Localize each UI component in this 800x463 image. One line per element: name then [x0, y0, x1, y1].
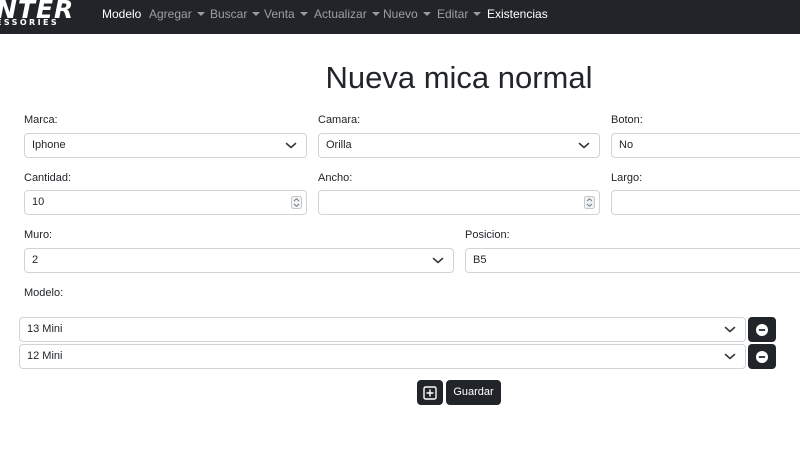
- nav-item-agregar[interactable]: Agregar: [149, 7, 205, 21]
- nav-item-editar[interactable]: Editar: [437, 7, 482, 21]
- nav-item-label: Actualizar: [314, 7, 367, 21]
- cantidad-label: Cantidad:: [24, 172, 72, 184]
- page-title: Nueva mica normal: [325, 60, 593, 95]
- remove-modelo-button[interactable]: [748, 317, 776, 342]
- ancho-input[interactable]: [318, 190, 600, 215]
- add-modelo-button[interactable]: [417, 380, 443, 405]
- nav-item-label: Buscar: [210, 7, 248, 21]
- number-spinner-icon[interactable]: [584, 196, 595, 209]
- muro-label: Muro:: [24, 229, 53, 241]
- modelo-select[interactable]: 12 Mini: [19, 344, 746, 369]
- camara-select[interactable]: Orilla: [318, 133, 600, 158]
- boton-select[interactable]: No: [611, 133, 800, 158]
- nav-item-label: Venta: [264, 7, 295, 21]
- marca-select-value: Iphone: [32, 139, 66, 151]
- posicion-input[interactable]: B5: [465, 248, 800, 273]
- number-spinner-icon[interactable]: [291, 196, 302, 209]
- ancho-label: Ancho:: [318, 172, 353, 184]
- modelo-label: Modelo:: [24, 287, 64, 299]
- posicion-input-value: B5: [473, 254, 487, 266]
- caret-down-icon: [252, 12, 261, 16]
- nav-item-label: Agregar: [149, 7, 192, 21]
- marca-select[interactable]: Iphone: [24, 133, 307, 158]
- nav-item-label: Nuevo: [383, 7, 418, 21]
- chevron-down-icon: [578, 142, 590, 149]
- largo-input[interactable]: [611, 190, 800, 215]
- nav-item-label: Modelo: [102, 7, 142, 21]
- chevron-down-icon: [724, 326, 736, 333]
- modelo-select-value: 13 Mini: [27, 323, 63, 335]
- minus-circle-icon: [756, 324, 768, 336]
- muro-select[interactable]: 2: [24, 248, 454, 273]
- cantidad-input[interactable]: 10: [24, 190, 307, 215]
- caret-down-icon: [422, 12, 431, 16]
- caret-down-icon: [196, 12, 205, 16]
- nav-item-existencias[interactable]: Existencias: [487, 7, 548, 21]
- save-button[interactable]: Guardar: [446, 380, 501, 405]
- navbar: NTER ESSORIES Modelo Agregar Buscar Vent…: [0, 0, 800, 34]
- brand-logo-subtext: ESSORIES: [0, 18, 59, 27]
- nav-item-buscar[interactable]: Buscar: [210, 7, 261, 21]
- boton-select-value: No: [619, 139, 634, 151]
- save-button-label: Guardar: [453, 386, 494, 398]
- cantidad-input-value: 10: [32, 196, 45, 208]
- nav-item-label: Existencias: [487, 7, 548, 21]
- nav-item-nuevo[interactable]: Nuevo: [383, 7, 431, 21]
- caret-down-icon: [299, 12, 308, 16]
- caret-down-icon: [371, 12, 380, 16]
- caret-down-icon: [473, 12, 482, 16]
- modelo-select[interactable]: 13 Mini: [19, 317, 746, 342]
- minus-circle-icon: [756, 351, 768, 363]
- remove-modelo-button[interactable]: [748, 344, 776, 369]
- plus-square-icon: [423, 386, 437, 400]
- camara-select-value: Orilla: [326, 139, 352, 151]
- boton-label: Boton:: [611, 114, 643, 126]
- chevron-down-icon: [285, 142, 297, 149]
- nav-item-modelo[interactable]: Modelo: [102, 7, 141, 21]
- posicion-label: Posicion:: [465, 229, 510, 241]
- largo-label: Largo:: [611, 172, 643, 184]
- chevron-down-icon: [724, 353, 736, 360]
- nav-item-actualizar[interactable]: Actualizar: [314, 7, 380, 21]
- nav-item-label: Editar: [437, 7, 469, 21]
- nav-item-venta[interactable]: Venta: [264, 7, 308, 21]
- muro-select-value: 2: [32, 254, 39, 266]
- marca-label: Marca:: [24, 114, 58, 126]
- camara-label: Camara:: [318, 114, 361, 126]
- modelo-select-value: 12 Mini: [27, 350, 63, 362]
- chevron-down-icon: [432, 257, 444, 264]
